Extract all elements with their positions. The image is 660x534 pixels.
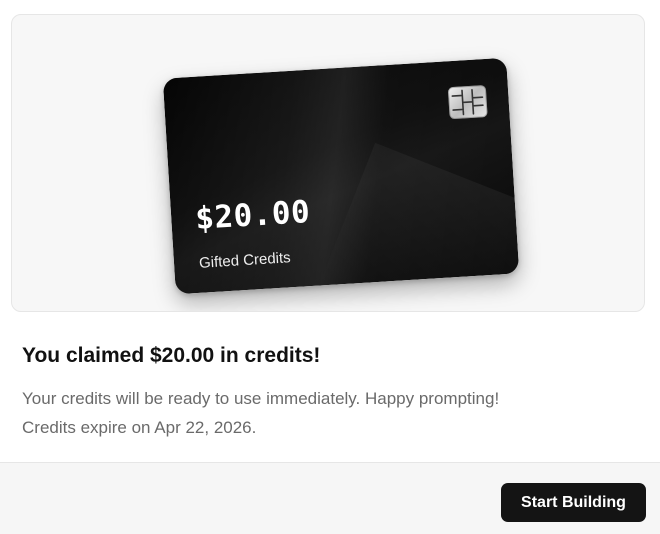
gift-card: $20.00 Gifted Credits [162,57,520,295]
gift-card-preview: $20.00 Gifted Credits [11,14,645,312]
card-amount: $20.00 [194,193,312,237]
start-building-button[interactable]: Start Building [501,483,646,522]
description-line-ready: Your credits will be ready to use immedi… [22,389,500,408]
claim-description: Your credits will be ready to use immedi… [22,384,499,442]
card-chip-icon [447,84,488,120]
card-label: Gifted Credits [198,249,292,272]
description-line-expiry: Credits expire on Apr 22, 2026. [22,418,257,437]
claim-title: You claimed $20.00 in credits! [22,344,321,367]
